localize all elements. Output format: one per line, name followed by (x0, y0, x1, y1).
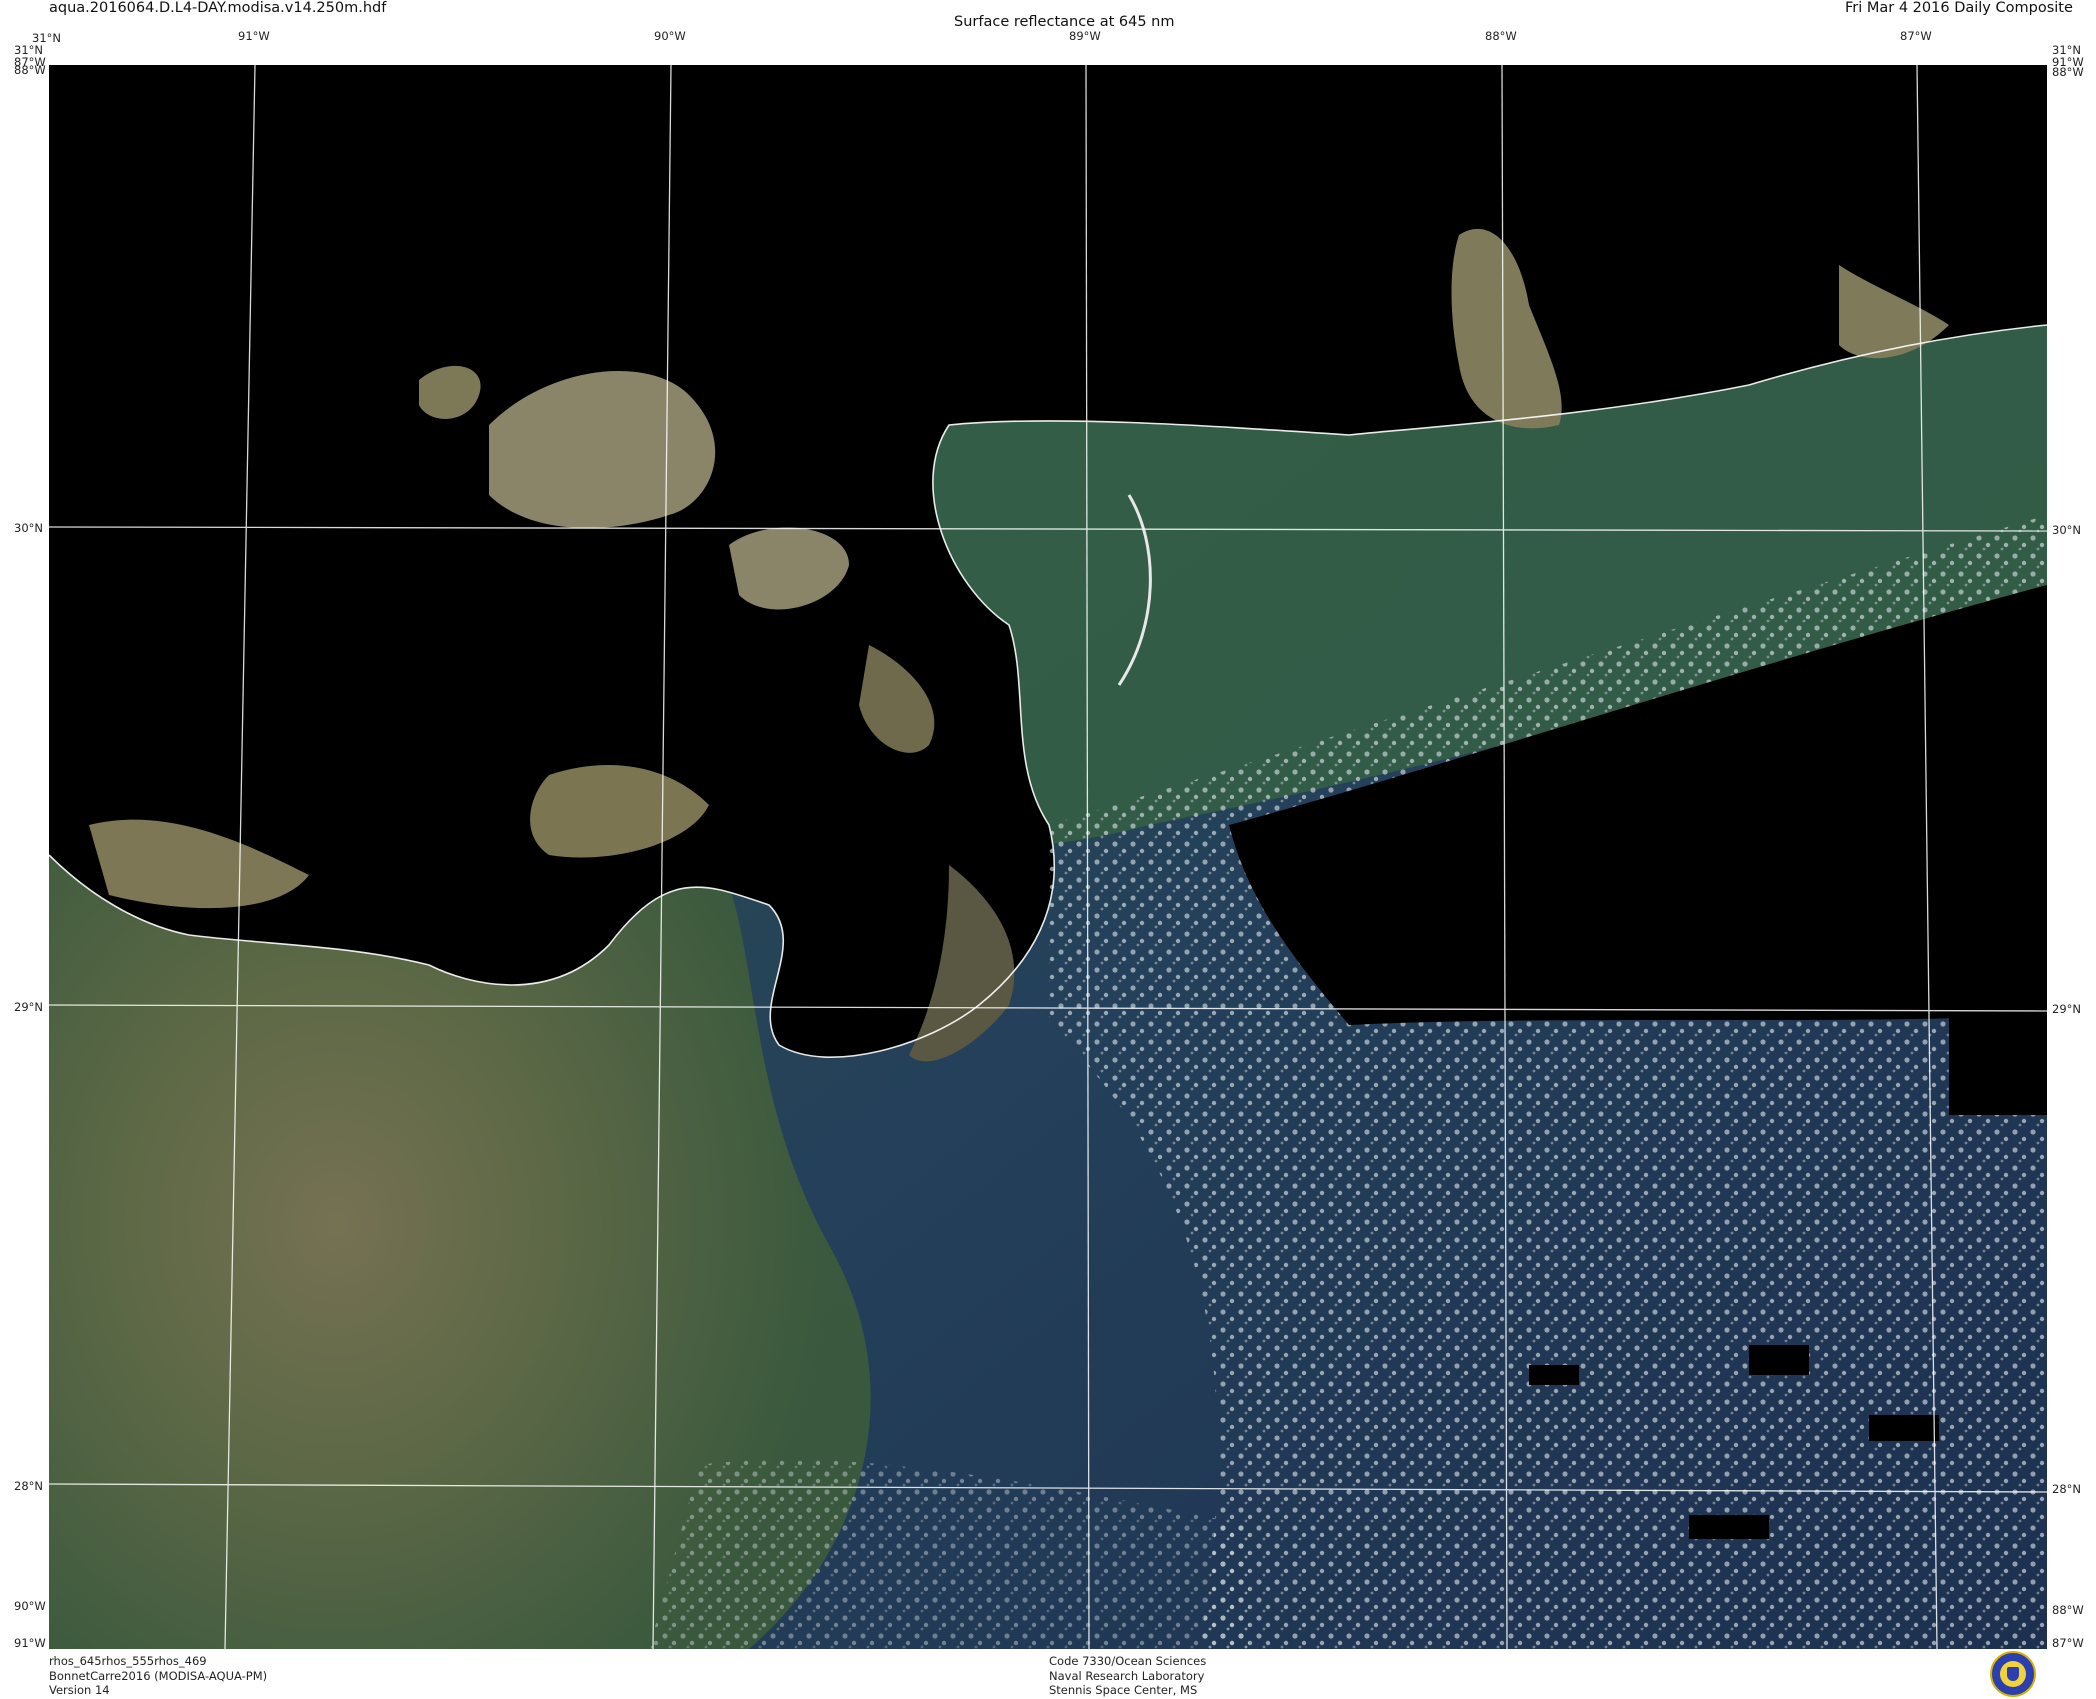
cloud-mask-block-2 (1869, 1415, 1939, 1441)
lon-label-91w: 91°W (238, 29, 270, 43)
satellite-reflectance-map (49, 65, 2047, 1649)
corner-lon-bottom-right-2: 87°W (2052, 1636, 2084, 1650)
corner-lon-bottom-left-2: 91°W (14, 1636, 46, 1650)
corner-lon-top-right-2: 88°W (2052, 65, 2084, 79)
version: Version 14 (49, 1683, 110, 1697)
lat-label-right-30n: 30°N (2052, 523, 2081, 537)
lon-label-88w: 88°W (1485, 29, 1517, 43)
corner-lon-bottom-right: 88°W (2052, 1603, 2084, 1617)
cloud-mask-block-3 (1529, 1365, 1579, 1385)
organization-code: Code 7330/Ocean Sciences (1049, 1654, 1207, 1668)
lon-label-89w: 89°W (1069, 29, 1101, 43)
cloud-mask-block-4 (1689, 1515, 1769, 1539)
organization-name: Naval Research Laboratory (1049, 1668, 1205, 1683)
lon-label-90w: 90°W (654, 29, 686, 43)
corner-lon-top-left-2: 88°W (14, 63, 46, 77)
footer-center: Code 7330/Ocean Sciences Naval Research … (1049, 1654, 1206, 1698)
band-combination: rhos_645rhos_555rhos_469 (49, 1654, 207, 1668)
organization-location: Stennis Space Center, MS (1049, 1683, 1198, 1697)
lat-label-left-30n: 30°N (14, 521, 43, 535)
cloud-mask-block-1 (1749, 1345, 1809, 1375)
lat-label-left-28n: 28°N (14, 1479, 43, 1493)
lat-label-left-29n: 29°N (14, 1000, 43, 1014)
nrl-seal-icon (1990, 1651, 2036, 1697)
composite-date: Fri Mar 4 2016 Daily Composite (1845, 0, 2073, 16)
project-name: BonnetCarre2016 (MODISA-AQUA-PM) (49, 1668, 268, 1683)
lat-label-right-28n: 28°N (2052, 1482, 2081, 1496)
corner-lon-bottom-left: 90°W (14, 1599, 46, 1613)
map-title: Surface reflectance at 645 nm (954, 14, 1175, 30)
file-name: aqua.2016064.D.L4-DAY.modisa.v14.250m.hd… (49, 0, 387, 16)
lat-label-right-29n: 29°N (2052, 1002, 2081, 1016)
cloud-mask-east (1949, 995, 2047, 1115)
lon-label-87w: 87°W (1900, 29, 1932, 43)
footer-left: rhos_645rhos_555rhos_469 BonnetCarre2016… (49, 1654, 267, 1698)
